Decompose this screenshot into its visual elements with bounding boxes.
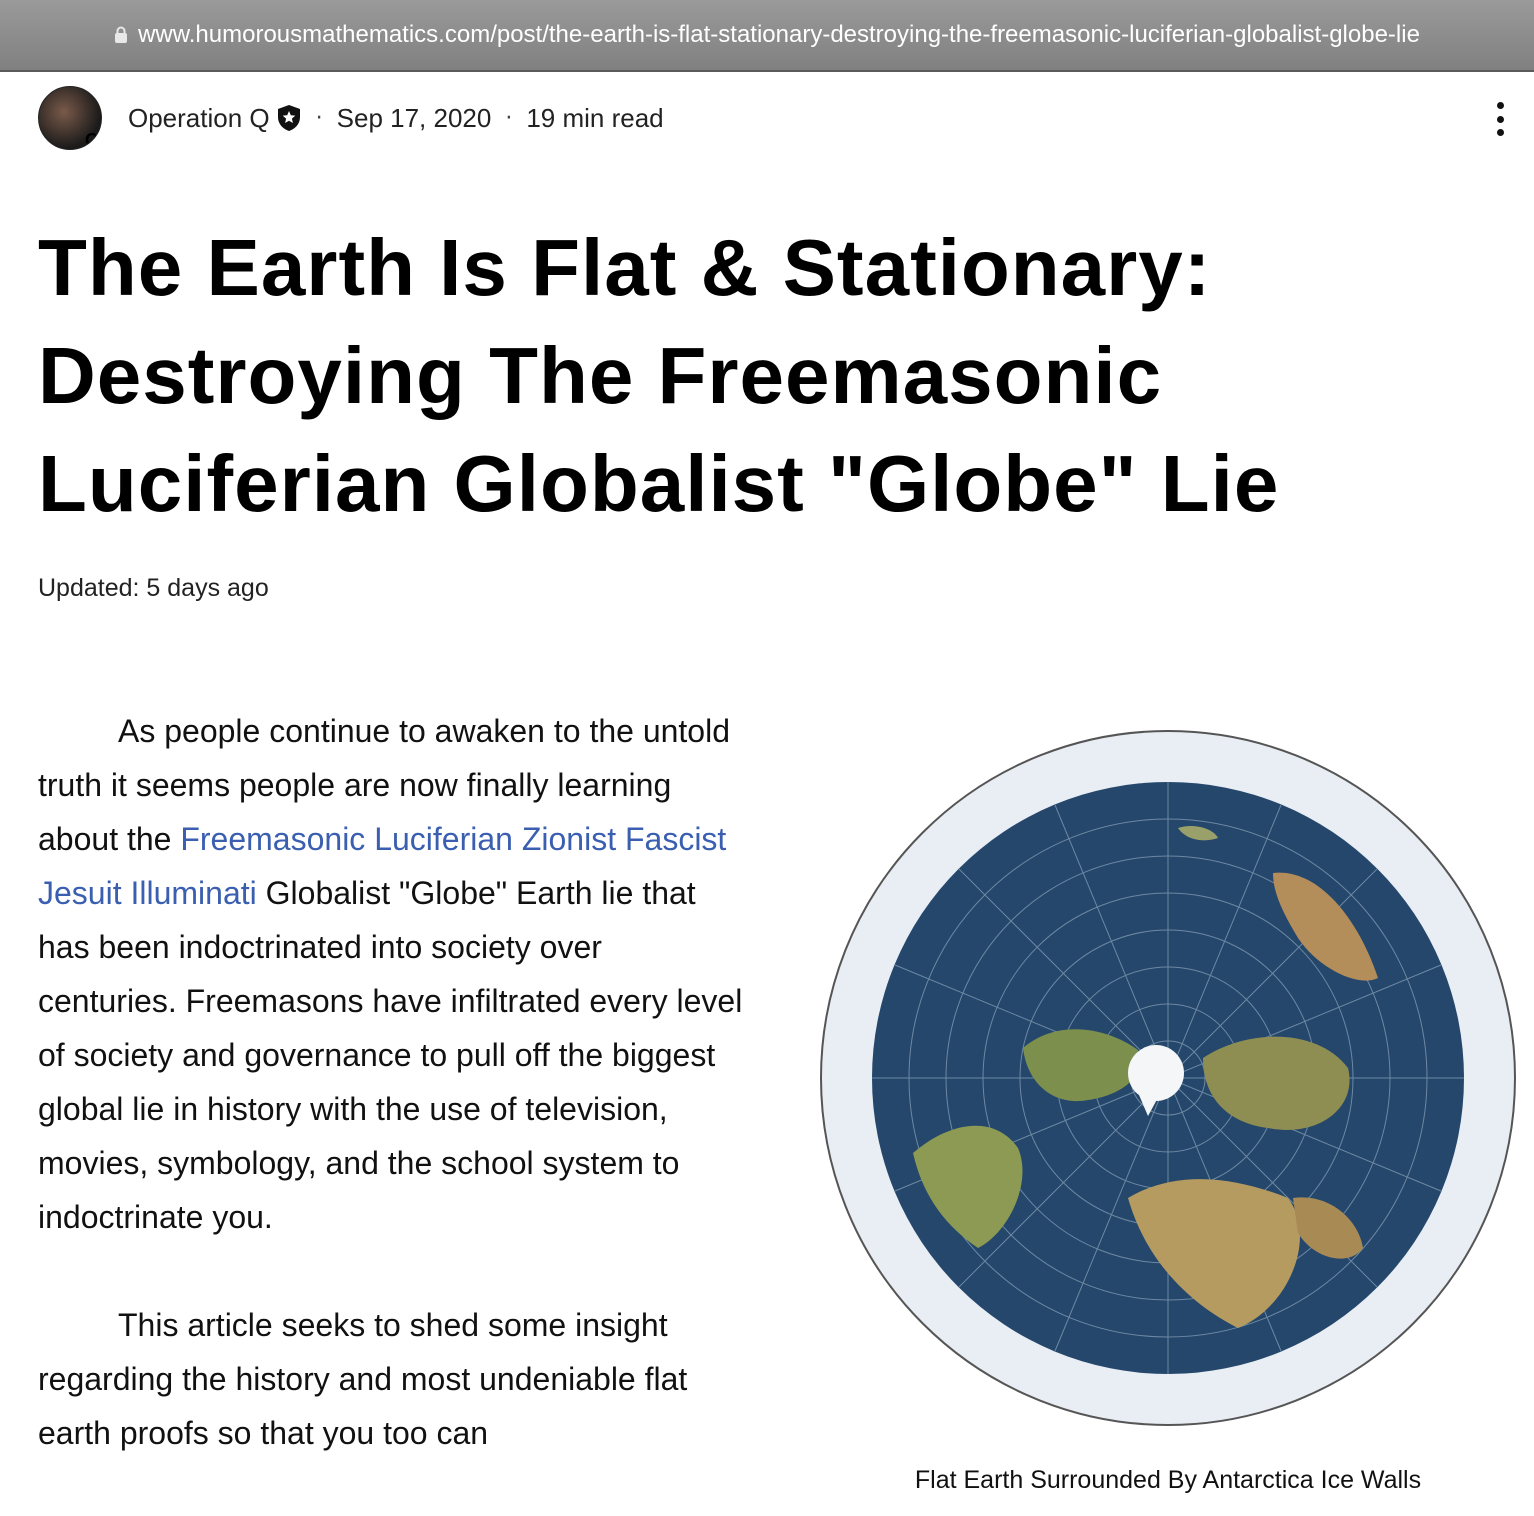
admin-badge-icon <box>277 105 300 131</box>
address-bar[interactable]: www.humorousmathematics.com/post/the-ear… <box>0 0 1534 72</box>
meta-separator: · <box>505 105 513 131</box>
read-time: 19 min read <box>526 102 664 133</box>
article-title: The Earth Is Flat & Stationary: Destroyi… <box>38 223 1280 528</box>
article-body: As people continue to awaken to the unto… <box>38 704 748 1460</box>
post-date: Sep 17, 2020 <box>336 102 492 133</box>
flat-earth-map-image[interactable] <box>818 728 1518 1428</box>
paragraph: This article seeks to shed some insight … <box>38 1307 688 1451</box>
post-meta: Q Operation Q · Sep 17, 2020 · 19 min re… <box>38 86 664 150</box>
updated-label: Updated: 5 days ago <box>38 574 269 602</box>
meta-separator: · <box>315 105 323 131</box>
url-text[interactable]: www.humorousmathematics.com/post/the-ear… <box>138 21 1420 49</box>
author-avatar[interactable]: Q <box>38 86 102 150</box>
lock-icon <box>115 26 128 43</box>
author-name[interactable]: Operation Q <box>128 103 270 134</box>
paragraph-text: Globalist "Globe" Earth lie that has bee… <box>38 875 743 1235</box>
more-options-icon[interactable] <box>1494 102 1506 136</box>
paragraph: As people continue to awaken to the unto… <box>38 704 748 1244</box>
figure-caption: Flat Earth Surrounded By Antarctica Ice … <box>914 1466 1422 1494</box>
